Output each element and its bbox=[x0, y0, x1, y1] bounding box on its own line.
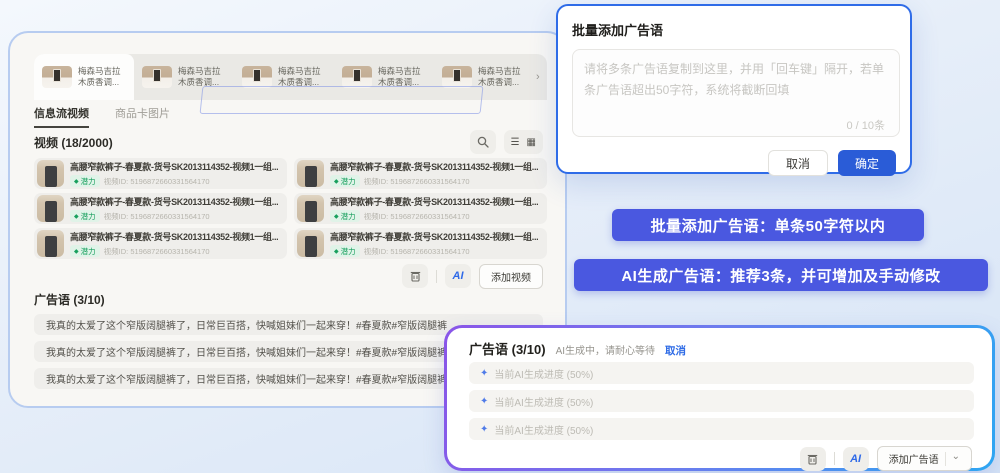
video-id: 视频ID: 5196872660331564170 bbox=[364, 246, 470, 257]
diamond-icon: ◆ bbox=[334, 248, 339, 255]
video-item[interactable]: 高腰窄款裤子-春夏款-货号SK2013114352-视频1一组... ◆潜力 视… bbox=[34, 193, 287, 224]
diamond-icon: ◆ bbox=[74, 248, 79, 255]
potential-badge: ◆潜力 bbox=[330, 175, 360, 187]
video-thumbnail bbox=[37, 230, 64, 257]
potential-badge: ◆潜力 bbox=[70, 175, 100, 187]
video-title: 高腰窄款裤子-春夏款-货号SK2013114352-视频1一组... bbox=[330, 160, 543, 173]
ai-generating-status: AI生成中，请耐心等待 bbox=[556, 342, 655, 357]
video-thumbnail bbox=[297, 230, 324, 257]
video-item[interactable]: 高腰窄款裤子-春夏款-货号SK2013114352-视频1一组... ◆潜力 视… bbox=[34, 228, 287, 259]
cancel-generation-link[interactable]: 取消 bbox=[665, 343, 686, 358]
tab-scroll-chevron-icon[interactable]: › bbox=[536, 71, 540, 83]
divider bbox=[436, 270, 437, 283]
slogan-section-title: 广告语 (3/10) bbox=[34, 291, 543, 308]
content-tabs: 信息流视频 商品卡图片 bbox=[34, 105, 543, 129]
ai-icon: AI bbox=[453, 270, 464, 282]
video-title: 高腰窄款裤子-春夏款-货号SK2013114352-视频1一组... bbox=[330, 195, 543, 208]
product-tab-label: 梅森马吉拉木质香调... bbox=[478, 66, 521, 88]
product-thumbnail bbox=[342, 66, 372, 88]
batch-add-slogan-modal: 批量添加广告语 0 / 10条 取消 确定 bbox=[556, 4, 912, 174]
ai-generate-slogan-button[interactable]: AI bbox=[843, 447, 869, 471]
product-tab-label: 梅森马吉拉木质香调... bbox=[278, 66, 321, 88]
video-id: 视频ID: 5196872660331564170 bbox=[104, 176, 210, 187]
add-video-button[interactable]: 添加视频 bbox=[479, 264, 543, 289]
sparkle-icon: ✦ bbox=[480, 396, 488, 407]
video-item[interactable]: 高腰窄款裤子-春夏款-货号SK2013114352-视频1一组... ◆潜力 视… bbox=[34, 158, 287, 189]
diamond-icon: ◆ bbox=[334, 213, 339, 220]
potential-badge: ◆潜力 bbox=[70, 210, 100, 222]
divider bbox=[834, 452, 835, 465]
trash-icon bbox=[807, 453, 818, 465]
product-thumbnail bbox=[142, 66, 172, 88]
ai-panel-title: 广告语 (3/10) bbox=[469, 339, 546, 358]
ai-icon: AI bbox=[850, 453, 861, 465]
video-section-title: 视频 (18/2000) bbox=[34, 134, 113, 151]
potential-badge: ◆潜力 bbox=[330, 210, 360, 222]
callout-ai-generate: AI生成广告语：推荐3条，并可增加及手动修改 bbox=[574, 259, 988, 291]
delete-slogans-button[interactable] bbox=[800, 447, 826, 471]
product-tab-strip: 梅森马吉拉木质香调... 梅森马吉拉木质香调... 梅森马吉拉木质香调... 梅… bbox=[34, 54, 547, 100]
divider bbox=[945, 452, 946, 466]
product-tab-label: 梅森马吉拉木质香调... bbox=[178, 66, 221, 88]
product-thumbnail bbox=[242, 66, 272, 88]
video-title: 高腰窄款裤子-春夏款-货号SK2013114352-视频1一组... bbox=[70, 160, 283, 173]
video-id: 视频ID: 5196872660331564170 bbox=[364, 176, 470, 187]
sparkle-icon: ✦ bbox=[480, 368, 488, 379]
video-id: 视频ID: 5196872660331564170 bbox=[104, 211, 210, 222]
ai-generate-video-button[interactable]: AI bbox=[445, 264, 471, 288]
video-id: 视频ID: 5196872660331564170 bbox=[104, 246, 210, 257]
video-item[interactable]: 高腰窄款裤子-春夏款-货号SK2013114352-视频1一组... ◆潜力 视… bbox=[294, 228, 547, 259]
search-icon bbox=[477, 136, 489, 148]
video-thumbnail bbox=[37, 195, 64, 222]
product-tab[interactable]: 梅森马吉拉木质香调... bbox=[134, 54, 234, 100]
video-title: 高腰窄款裤子-春夏款-货号SK2013114352-视频1一组... bbox=[70, 230, 283, 243]
slogan-counter: 0 / 10条 bbox=[846, 117, 885, 133]
ai-slogan-panel: 广告语 (3/10) AI生成中，请耐心等待 取消 ✦ 当前AI生成进度 (50… bbox=[444, 325, 995, 471]
video-list: 高腰窄款裤子-春夏款-货号SK2013114352-视频1一组... ◆潜力 视… bbox=[34, 158, 543, 259]
delete-videos-button[interactable] bbox=[402, 264, 428, 288]
product-tab[interactable]: 梅森马吉拉木质香调... bbox=[434, 54, 534, 100]
progress-row: ✦ 当前AI生成进度 (50%) bbox=[469, 362, 974, 384]
search-button[interactable] bbox=[470, 130, 496, 154]
video-title: 高腰窄款裤子-春夏款-货号SK2013114352-视频1一组... bbox=[330, 230, 543, 243]
grid-view-icon[interactable]: ▦ bbox=[527, 137, 536, 148]
progress-row: ✦ 当前AI生成进度 (50%) bbox=[469, 390, 974, 412]
page-background: 梅森马吉拉木质香调... 梅森马吉拉木质香调... 梅森马吉拉木质香调... 梅… bbox=[0, 0, 1000, 473]
product-tab-label: 梅森马吉拉木质香调... bbox=[78, 66, 121, 88]
confirm-button[interactable]: 确定 bbox=[838, 150, 896, 176]
video-item[interactable]: 高腰窄款裤子-春夏款-货号SK2013114352-视频1一组... ◆潜力 视… bbox=[294, 193, 547, 224]
list-view-icon[interactable]: ☰ bbox=[511, 137, 520, 148]
cancel-button[interactable]: 取消 bbox=[768, 150, 828, 176]
add-slogan-button[interactable]: 添加广告语 ⌄ bbox=[877, 446, 972, 471]
sparkle-icon: ✦ bbox=[480, 424, 488, 435]
tab-feed-video[interactable]: 信息流视频 bbox=[34, 105, 89, 128]
callout-batch-add: 批量添加广告语：单条50字符以内 bbox=[612, 209, 924, 241]
video-thumbnail bbox=[297, 160, 324, 187]
video-title: 高腰窄款裤子-春夏款-货号SK2013114352-视频1一组... bbox=[70, 195, 283, 208]
tab-product-card-image[interactable]: 商品卡图片 bbox=[115, 105, 170, 126]
diamond-icon: ◆ bbox=[74, 213, 79, 220]
modal-title: 批量添加广告语 bbox=[572, 20, 896, 39]
trash-icon bbox=[410, 270, 421, 282]
potential-badge: ◆潜力 bbox=[70, 245, 100, 257]
video-thumbnail bbox=[297, 195, 324, 222]
video-item[interactable]: 高腰窄款裤子-春夏款-货号SK2013114352-视频1一组... ◆潜力 视… bbox=[294, 158, 547, 189]
diamond-icon: ◆ bbox=[74, 178, 79, 185]
progress-row: ✦ 当前AI生成进度 (50%) bbox=[469, 418, 974, 440]
potential-badge: ◆潜力 bbox=[330, 245, 360, 257]
product-thumbnail bbox=[442, 66, 472, 88]
video-id: 视频ID: 5196872660331564170 bbox=[364, 211, 470, 222]
product-thumbnail bbox=[42, 66, 72, 88]
product-tab[interactable]: 梅森马吉拉木质香调... bbox=[34, 54, 134, 100]
view-toggle[interactable]: ☰ ▦ bbox=[504, 130, 543, 154]
product-tab[interactable]: 梅森马吉拉木质香调... bbox=[334, 54, 434, 100]
product-tab[interactable]: 梅森马吉拉木质香调... bbox=[234, 54, 334, 100]
video-thumbnail bbox=[37, 160, 64, 187]
product-tab-label: 梅森马吉拉木质香调... bbox=[378, 66, 421, 88]
diamond-icon: ◆ bbox=[334, 178, 339, 185]
